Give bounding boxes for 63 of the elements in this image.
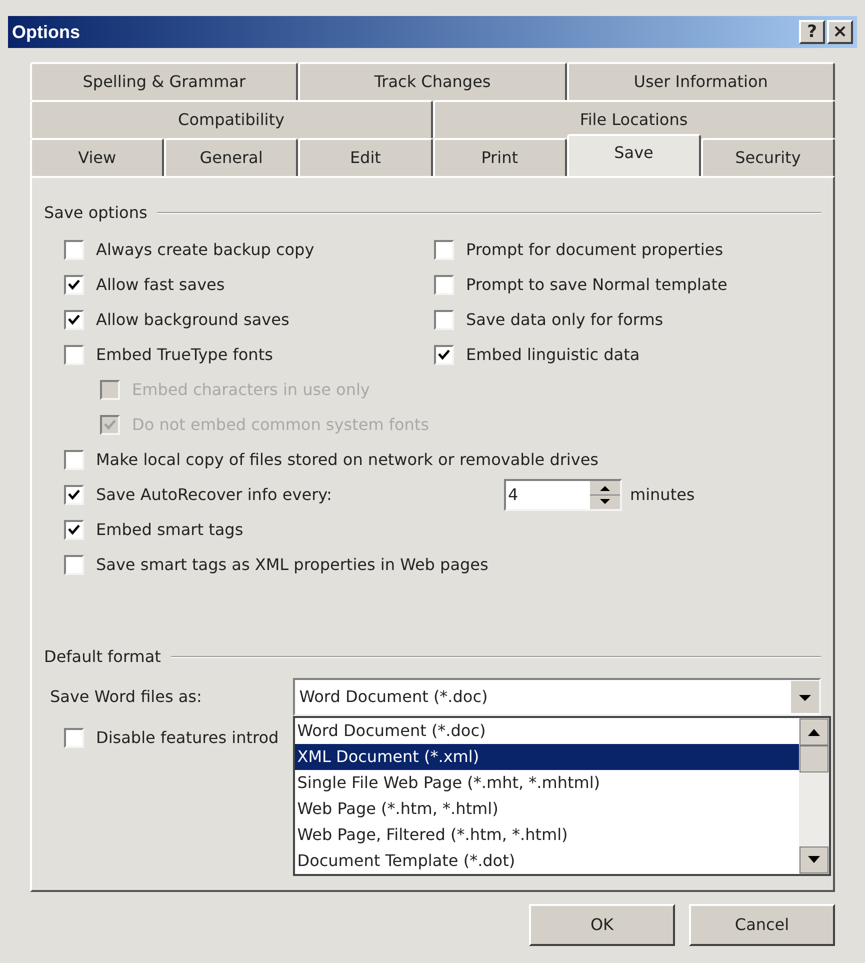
checkbox[interactable]	[64, 240, 84, 260]
checkbox-label: Save data only for forms	[466, 308, 664, 330]
dropdown-option[interactable]: Document Template (*.dot)	[295, 848, 800, 874]
help-button[interactable]: ?	[799, 20, 825, 44]
spinner-field[interactable]: 4	[504, 478, 622, 510]
checkbox-label: Disable features introd	[96, 726, 279, 748]
tab[interactable]: Save	[566, 134, 701, 176]
dropdown-option[interactable]: XML Document (*.xml)	[295, 744, 800, 770]
spinner-arrows-icon[interactable]	[590, 480, 620, 508]
dialog-button[interactable]: OK	[529, 904, 675, 946]
field-label: Save Word files as:	[50, 686, 203, 708]
tab[interactable]: Compatibility	[30, 100, 432, 138]
scrollbar[interactable]	[799, 718, 830, 874]
dropdown-option[interactable]: Web Page, Filtered (*.htm, *.html)	[295, 822, 800, 848]
checkbox-label: Always create backup copy	[96, 238, 314, 260]
tab[interactable]: Spelling & Grammar	[30, 62, 298, 100]
tab[interactable]: View	[30, 138, 164, 176]
checkmark-icon	[68, 314, 80, 325]
checkbox[interactable]	[64, 484, 84, 504]
checkbox-label: Save AutoRecover info every:	[96, 484, 332, 506]
tab[interactable]: Track Changes	[298, 62, 567, 100]
tab[interactable]: Print	[432, 138, 567, 176]
checkbox-label: Allow fast saves	[96, 274, 225, 296]
checkbox[interactable]	[434, 274, 454, 294]
checkmark-icon	[68, 489, 80, 500]
checkbox[interactable]	[64, 310, 84, 330]
checkbox[interactable]	[64, 274, 84, 294]
checkbox[interactable]	[434, 344, 454, 364]
checkbox-label: Embed TrueType fonts	[96, 344, 273, 366]
tab[interactable]: Edit	[298, 138, 433, 176]
tab[interactable]: Security	[700, 138, 836, 176]
checkbox[interactable]	[64, 450, 84, 470]
checkbox[interactable]	[434, 310, 454, 330]
tab[interactable]: File Locations	[432, 100, 835, 138]
checkmark-icon	[104, 419, 116, 430]
unit-label: minutes	[630, 484, 695, 506]
checkbox[interactable]	[434, 240, 454, 260]
checkbox-label: Embed smart tags	[96, 518, 244, 540]
group-title: Default format	[44, 646, 161, 668]
checkmark-icon	[68, 524, 80, 535]
checkbox-label: Make local copy of files stored on network or removable drives	[96, 448, 599, 470]
checkbox-label: Embed linguistic data	[466, 344, 640, 366]
checkbox[interactable]	[64, 554, 84, 574]
checkbox-label: Allow background saves	[96, 308, 290, 330]
checkbox-label: Embed characters in use only	[132, 378, 370, 400]
dropdown-option[interactable]: Web Page (*.htm, *.html)	[295, 796, 800, 822]
checkbox-label: Prompt for document properties	[466, 238, 724, 260]
dropdown-option[interactable]: Word Document (*.doc)	[295, 718, 800, 744]
checkbox-label: Save smart tags as XML properties in Web pages	[96, 554, 488, 576]
checkmark-icon	[68, 279, 80, 290]
checkbox[interactable]	[64, 520, 84, 540]
tab[interactable]: General	[164, 138, 298, 176]
window-title: Options	[12, 20, 80, 44]
dialog-button[interactable]: Cancel	[689, 904, 835, 946]
tab[interactable]: User Information	[566, 62, 835, 100]
checkbox[interactable]	[64, 728, 84, 748]
group-title: Save options	[44, 202, 148, 224]
checkmark-icon	[438, 349, 450, 360]
checkbox[interactable]	[64, 344, 84, 364]
dropdown-option[interactable]: Single File Web Page (*.mht, *.mhtml)	[295, 770, 800, 796]
checkbox-label: Prompt to save Normal template	[466, 274, 728, 296]
checkbox-label: Do not embed common system fonts	[132, 414, 430, 436]
close-button[interactable]: ×	[827, 20, 853, 44]
